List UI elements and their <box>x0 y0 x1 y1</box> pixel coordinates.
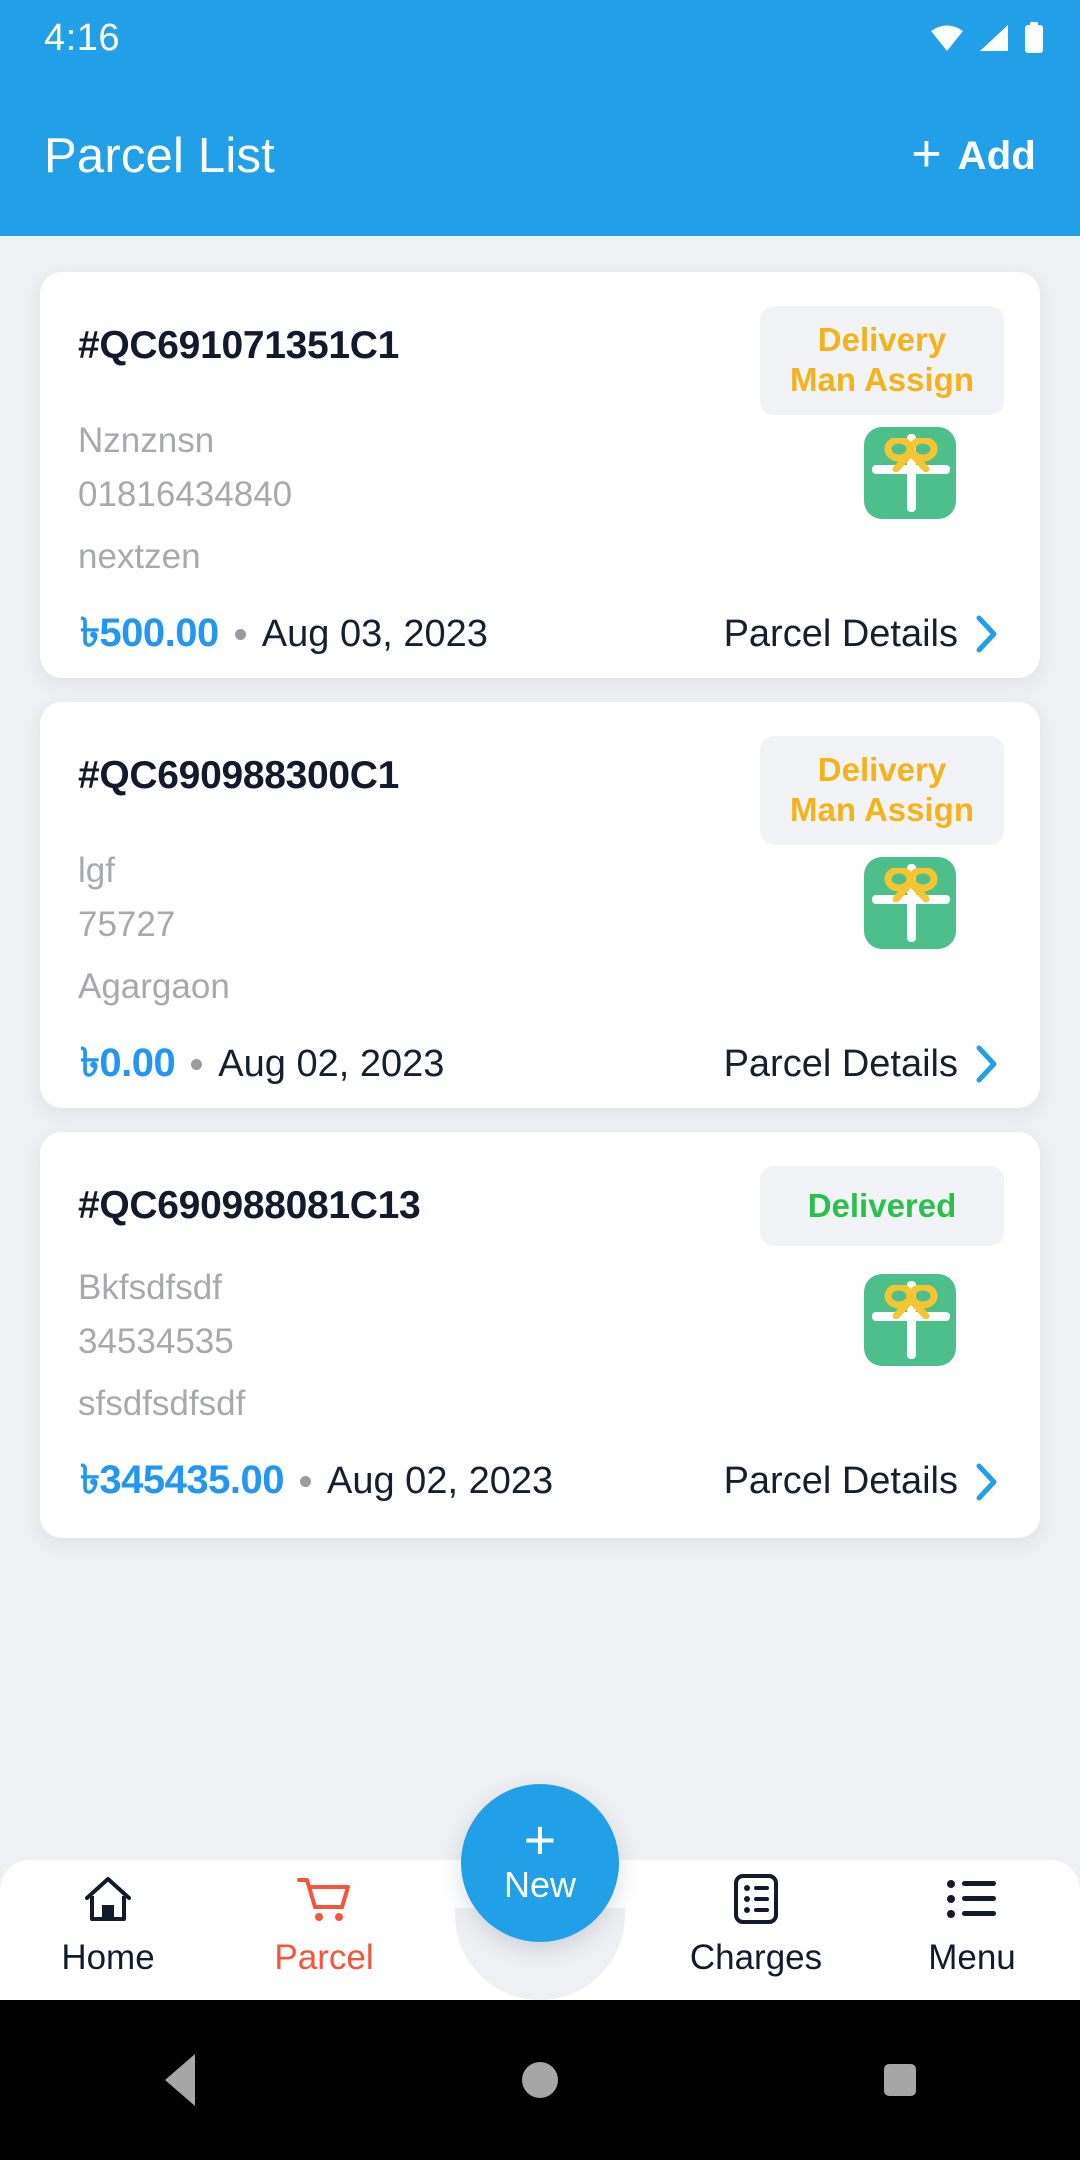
status-badge: Delivered <box>760 1166 1004 1247</box>
status-icons <box>930 22 1044 54</box>
plus-icon: + <box>911 125 942 183</box>
home-circle-icon <box>522 2062 558 2098</box>
fab-label: New <box>503 1864 577 1906</box>
chevron-right-icon <box>976 1463 998 1501</box>
card-body: Nznznsn 01816434840 nextzen <box>78 421 1004 593</box>
recents-square-icon <box>884 2064 916 2096</box>
customer-info: lgf 75727 Agargaon <box>78 851 230 1023</box>
customer-address: Agargaon <box>78 966 230 1006</box>
parcel-date: Aug 03, 2023 <box>261 612 488 655</box>
separator-dot <box>234 628 246 640</box>
card-header: #QC691071351C1 Delivery Man Assign <box>78 306 1004 415</box>
customer-info: Bkfsdfsdf 34534535 sfsdfsdfsdf <box>78 1268 245 1440</box>
parcel-card[interactable]: #QC690988081C13 Delivered Bkfsdfsdf 3453… <box>40 1132 1040 1538</box>
card-header: #QC690988300C1 Delivery Man Assign <box>78 736 1004 845</box>
list-menu-icon <box>946 1872 998 1926</box>
price-date-group: ৳0.00 Aug 02, 2023 <box>78 1031 444 1098</box>
status-badge: Delivery Man Assign <box>760 306 1004 415</box>
parcel-details-link[interactable]: Parcel Details <box>724 613 1004 656</box>
parcel-date: Aug 02, 2023 <box>218 1042 445 1085</box>
status-time: 4:16 <box>44 17 120 59</box>
customer-phone: 34534535 <box>78 1322 234 1362</box>
separator-dot <box>191 1058 203 1070</box>
customer-name: Nznznsn <box>78 420 215 460</box>
parcel-id: #QC691071351C1 <box>78 324 400 367</box>
app-bar-row: Parcel List + Add <box>0 76 1080 236</box>
parcel-details-label: Parcel Details <box>723 1042 958 1085</box>
invoice-list-icon <box>733 1872 779 1926</box>
gift-box-icon <box>864 856 956 949</box>
customer-name: lgf <box>78 850 115 890</box>
new-parcel-fab[interactable]: + New <box>461 1784 619 1942</box>
parcel-price: ৳0.00 <box>80 1040 176 1085</box>
chevron-right-icon <box>976 1045 998 1083</box>
customer-phone: 75727 <box>78 904 176 944</box>
nav-label-charges: Charges <box>689 1938 823 1977</box>
home-icon <box>82 1872 134 1926</box>
parcel-details-label: Parcel Details <box>723 1460 958 1503</box>
nav-label-menu: Menu <box>928 1938 1016 1977</box>
parcel-details-link[interactable]: Parcel Details <box>724 1460 1004 1503</box>
back-triangle-icon <box>165 2054 195 2106</box>
nav-label-home: Home <box>61 1938 155 1977</box>
card-footer: ৳500.00 Aug 03, 2023 Parcel Details <box>78 601 1004 668</box>
signal-icon <box>978 23 1010 53</box>
customer-address: nextzen <box>78 536 201 576</box>
customer-phone: 01816434840 <box>78 474 293 514</box>
nav-label-parcel: Parcel <box>274 1938 374 1977</box>
nav-item-menu[interactable]: Menu <box>864 1860 1080 1978</box>
app-bar: 4:16 Parcel List + Add <box>0 0 1080 236</box>
page-title: Parcel List <box>44 129 275 183</box>
card-body: Bkfsdfsdf 34534535 sfsdfsdfsdf <box>78 1268 1004 1440</box>
cart-icon <box>296 1872 352 1926</box>
android-system-nav <box>0 2000 1080 2160</box>
nav-item-home[interactable]: Home <box>0 1860 216 1978</box>
status-badge: Delivery Man Assign <box>760 736 1004 845</box>
system-home-button[interactable] <box>480 2020 600 2140</box>
add-parcel-button[interactable]: + Add <box>907 126 1040 186</box>
parcel-card[interactable]: #QC690988300C1 Delivery Man Assign lgf 7… <box>40 702 1040 1108</box>
parcel-list[interactable]: #QC691071351C1 Delivery Man Assign Nznzn… <box>0 236 1080 1860</box>
nav-item-parcel[interactable]: Parcel <box>216 1860 432 1978</box>
add-button-label: Add <box>957 133 1036 178</box>
parcel-id: #QC690988081C13 <box>78 1184 421 1227</box>
parcel-details-label: Parcel Details <box>723 612 958 655</box>
battery-icon <box>1024 22 1044 54</box>
nav-item-charges[interactable]: Charges <box>648 1860 864 1978</box>
chevron-right-icon <box>976 615 998 653</box>
card-body: lgf 75727 Agargaon <box>78 851 1004 1023</box>
plus-icon: + <box>523 1807 557 1871</box>
card-footer: ৳0.00 Aug 02, 2023 Parcel Details <box>78 1031 1004 1098</box>
parcel-card[interactable]: #QC691071351C1 Delivery Man Assign Nznzn… <box>40 272 1040 678</box>
parcel-price: ৳345435.00 <box>80 1458 285 1503</box>
separator-dot <box>300 1476 312 1488</box>
customer-info: Nznznsn 01816434840 nextzen <box>78 421 292 593</box>
phone-screen: 4:16 Parcel List + Add #QC691071351C1 De… <box>0 0 1080 2160</box>
parcel-details-link[interactable]: Parcel Details <box>724 1043 1004 1086</box>
system-back-button[interactable] <box>120 2020 240 2140</box>
parcel-id: #QC690988300C1 <box>78 754 400 797</box>
gift-box-icon <box>864 1274 956 1366</box>
price-date-group: ৳345435.00 Aug 02, 2023 <box>78 1448 553 1515</box>
price-date-group: ৳500.00 Aug 03, 2023 <box>78 601 488 668</box>
card-header: #QC690988081C13 Delivered <box>78 1166 1004 1262</box>
customer-name: Bkfsdfsdf <box>78 1268 222 1307</box>
status-bar: 4:16 <box>0 0 1080 76</box>
system-recents-button[interactable] <box>840 2020 960 2140</box>
customer-address: sfsdfsdfsdf <box>78 1384 246 1424</box>
card-footer: ৳345435.00 Aug 02, 2023 Parcel Details <box>78 1448 1004 1515</box>
parcel-price: ৳500.00 <box>80 610 219 655</box>
wifi-icon <box>930 23 964 53</box>
gift-box-icon <box>864 426 956 519</box>
parcel-date: Aug 02, 2023 <box>327 1460 554 1503</box>
